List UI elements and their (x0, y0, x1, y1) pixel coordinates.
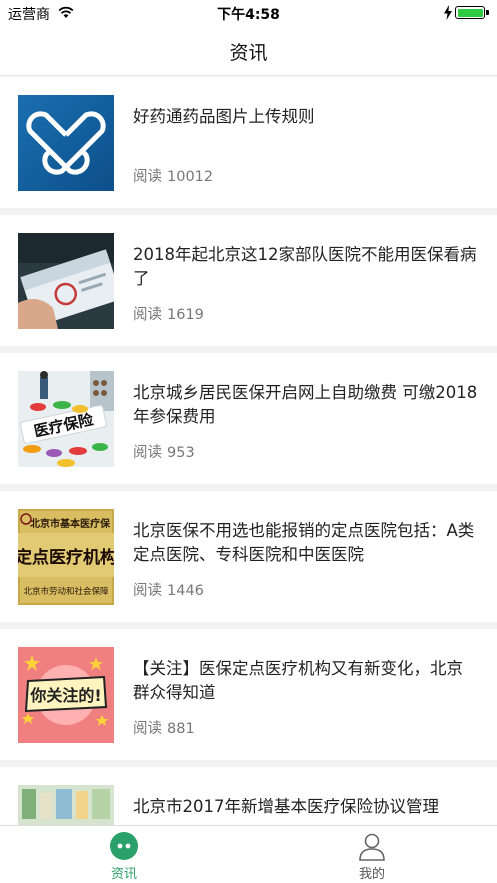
thumb-caption-top: 北京市基本医疗保 (30, 517, 111, 530)
read-count-value: 1446 (167, 583, 204, 599)
read-count-value: 1619 (167, 307, 204, 323)
news-chat-icon (110, 832, 138, 860)
news-title: 好药通药品图片上传规则 (133, 107, 315, 126)
tab-news[interactable]: 资讯 (0, 826, 248, 883)
status-bar: 运营商 下午4:58 (0, 0, 497, 26)
read-count: 阅读 1446 (133, 579, 204, 600)
news-title: 2018年起北京这12家部队医院不能用医保看病了 (133, 245, 477, 288)
read-label: 阅读 (133, 583, 162, 599)
user-profile-icon (359, 833, 385, 861)
news-feed-list[interactable]: 好药通药品图片上传规则 阅读 10012 2018年起北京这12家部队医院不能用医… (0, 77, 497, 825)
news-item-1[interactable]: 好药通药品图片上传规则 阅读 10012 (0, 77, 497, 208)
news-item-6[interactable]: 北京市2017年新增基本医疗保险协议管理 阅读 (0, 767, 497, 825)
read-count: 阅读 1619 (133, 303, 204, 324)
read-count-value: 10012 (167, 169, 214, 185)
news-title: 【关注】医保定点医疗机构又有新变化，北京群众得知道 (133, 659, 463, 702)
news-item-5[interactable]: 你关注的! 【关注】医保定点医疗机构又有新变化，北京群众得知道 阅读 881 (0, 629, 497, 760)
read-count-value: 953 (167, 445, 195, 461)
read-label: 阅读 (133, 307, 162, 323)
pharmacy-shelf-thumbnail (18, 785, 114, 825)
read-label: 阅读 (133, 169, 162, 185)
insurance-card-thumbnail (18, 233, 114, 329)
battery-cap (486, 10, 489, 15)
read-label: 阅读 (133, 721, 162, 737)
battery-icon (455, 6, 485, 19)
attention-banner-thumbnail: 你关注的! (18, 647, 114, 743)
news-item-2[interactable]: 2018年起北京这12家部队医院不能用医保看病了 阅读 1619 (0, 215, 497, 346)
tab-mine[interactable]: 我的 (248, 826, 496, 883)
navigation-bar: 资讯 (0, 26, 497, 76)
news-item-4[interactable]: 北京市基本医疗保 定点医疗机构 北京市劳动和社会保障 北京医保不用选也能报销的定… (0, 491, 497, 622)
designated-institution-plaque-thumbnail: 北京市基本医疗保 定点医疗机构 北京市劳动和社会保障 (18, 509, 114, 605)
read-count: 阅读 881 (133, 717, 195, 738)
charging-icon (444, 5, 452, 20)
page-title: 资讯 (229, 42, 268, 64)
battery-level-fill (457, 8, 483, 17)
app-logo-thumbnail (18, 95, 114, 191)
news-item-3[interactable]: 医疗保险 北京城乡居民医保开启网上自助缴费 可缴2018年参保费用 阅读 953 (0, 353, 497, 484)
read-label: 阅读 (133, 445, 162, 461)
thumb-caption-bottom: 北京市劳动和社会保障 (23, 586, 109, 597)
news-title: 北京城乡居民医保开启网上自助缴费 可缴2018年参保费用 (133, 383, 478, 426)
read-count-value: 881 (167, 721, 195, 737)
news-title: 北京市2017年新增基本医疗保险协议管理 (133, 797, 439, 816)
bottom-tab-bar: 资讯 我的 (0, 825, 497, 883)
news-title: 北京医保不用选也能报销的定点医院包括：A类定点医院、专科医院和中医医院 (133, 521, 475, 564)
tab-label: 我的 (358, 867, 385, 882)
clock-time: 下午4:58 (217, 7, 280, 23)
read-count: 阅读 10012 (133, 165, 213, 186)
tab-label: 资讯 (110, 867, 137, 882)
thumb-caption: 你关注的! (29, 686, 101, 705)
medical-insurance-pills-thumbnail: 医疗保险 (18, 371, 114, 467)
read-count: 阅读 953 (133, 441, 195, 462)
thumb-caption-main: 定点医疗机构 (18, 547, 114, 568)
